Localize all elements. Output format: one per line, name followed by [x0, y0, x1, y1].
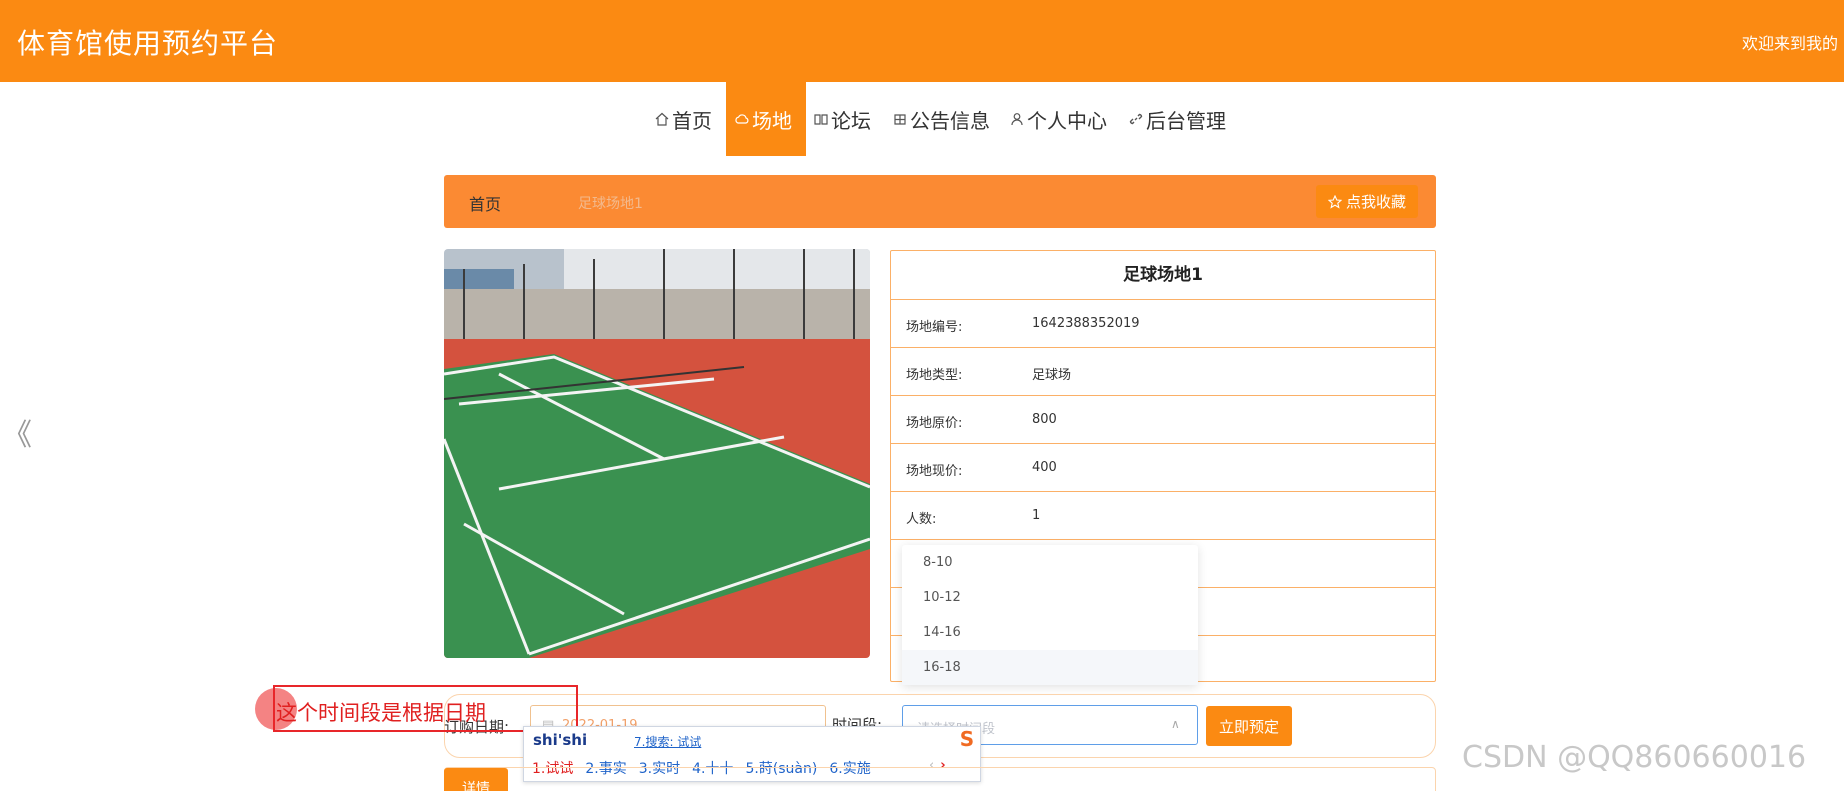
link-icon [1129, 113, 1143, 125]
cloud-icon [735, 114, 749, 124]
watermark: CSDN @QQ860660016 [1462, 740, 1807, 775]
breadcrumb-current: 足球场地1 [578, 196, 643, 212]
nav-label: 公告信息 [910, 108, 990, 133]
app-window: 体育馆使用预约平台 欢迎来到我的 首页 场地 论坛 公告信息 个人中心 后台管理… [0, 0, 1844, 791]
time-option[interactable]: 10-12 [902, 580, 1198, 615]
nav-item-notice[interactable]: 公告信息 [893, 82, 990, 156]
info-label: 人数: [906, 512, 937, 527]
venue-photo [444, 249, 870, 658]
venue-title: 足球场地1 [1123, 265, 1203, 285]
ime-pinyin: shi'shi [533, 731, 588, 749]
time-option-hovered[interactable]: 16-18 [902, 650, 1198, 685]
info-row-type: 场地类型: 足球场 [891, 347, 1435, 395]
info-label: 场地类型: [906, 368, 963, 383]
info-value: 800 [1032, 412, 1057, 427]
info-row-current-price: 场地现价: 400 [891, 443, 1435, 491]
nav-label: 首页 [672, 108, 712, 133]
home-icon [655, 112, 669, 126]
tennis-court-image [444, 249, 870, 658]
chevron-up-icon: ∧ [1171, 717, 1180, 731]
grid-icon [894, 114, 906, 125]
favorite-button[interactable]: 点我收藏 [1316, 185, 1418, 218]
time-option[interactable]: 14-16 [902, 615, 1198, 650]
nav-label: 后台管理 [1146, 108, 1226, 133]
book-now-button[interactable]: 立即预定 [1206, 706, 1292, 746]
nav-item-forum[interactable]: 论坛 [814, 82, 871, 156]
info-label: 场地编号: [906, 320, 963, 335]
info-value: 1642388352019 [1032, 316, 1140, 331]
info-row-original-price: 场地原价: 800 [891, 395, 1435, 443]
annotation-text: 这个时间段是根据日期 [276, 701, 486, 725]
nav-item-profile[interactable]: 个人中心 [1010, 82, 1107, 156]
book-icon [814, 114, 828, 125]
user-icon [1011, 113, 1023, 126]
nav-item-admin[interactable]: 后台管理 [1129, 82, 1226, 156]
sogou-logo-icon: S [959, 727, 975, 751]
nav-label: 场地 [752, 108, 792, 133]
info-value: 足球场 [1032, 368, 1072, 383]
info-value: 400 [1032, 460, 1057, 475]
info-value: 1 [1032, 508, 1041, 523]
star-icon [1327, 194, 1342, 209]
info-label: 场地现价: [906, 464, 963, 479]
ime-search-hint[interactable]: 7.搜索: 试试 [634, 733, 701, 750]
favorite-label: 点我收藏 [1345, 193, 1406, 211]
carousel-prev-arrow[interactable]: 《 [2, 410, 32, 454]
nav-label: 个人中心 [1027, 108, 1107, 133]
time-slot-dropdown: 8-10 10-12 14-16 16-18 [902, 545, 1198, 685]
main-nav: 首页 场地 论坛 公告信息 个人中心 后台管理 [0, 82, 1844, 156]
time-option[interactable]: 8-10 [902, 545, 1198, 580]
detail-section [444, 767, 1436, 791]
nav-item-home[interactable]: 首页 [655, 82, 712, 156]
info-label: 场地原价: [906, 416, 963, 431]
welcome-text: 欢迎来到我的 [1742, 34, 1839, 53]
site-title: 体育馆使用预约平台 [17, 27, 279, 60]
breadcrumb: 首页 足球场地1 点我收藏 [444, 175, 1436, 228]
breadcrumb-home[interactable]: 首页 [469, 191, 501, 215]
nav-item-venue[interactable]: 场地 [726, 82, 806, 156]
site-header: 体育馆使用预约平台 欢迎来到我的 [0, 0, 1844, 82]
nav-label: 论坛 [831, 108, 871, 133]
info-row-capacity: 人数: 1 [891, 491, 1435, 539]
tab-detail[interactable]: 详情 [444, 768, 508, 791]
info-row-id: 场地编号: 1642388352019 [891, 299, 1435, 347]
